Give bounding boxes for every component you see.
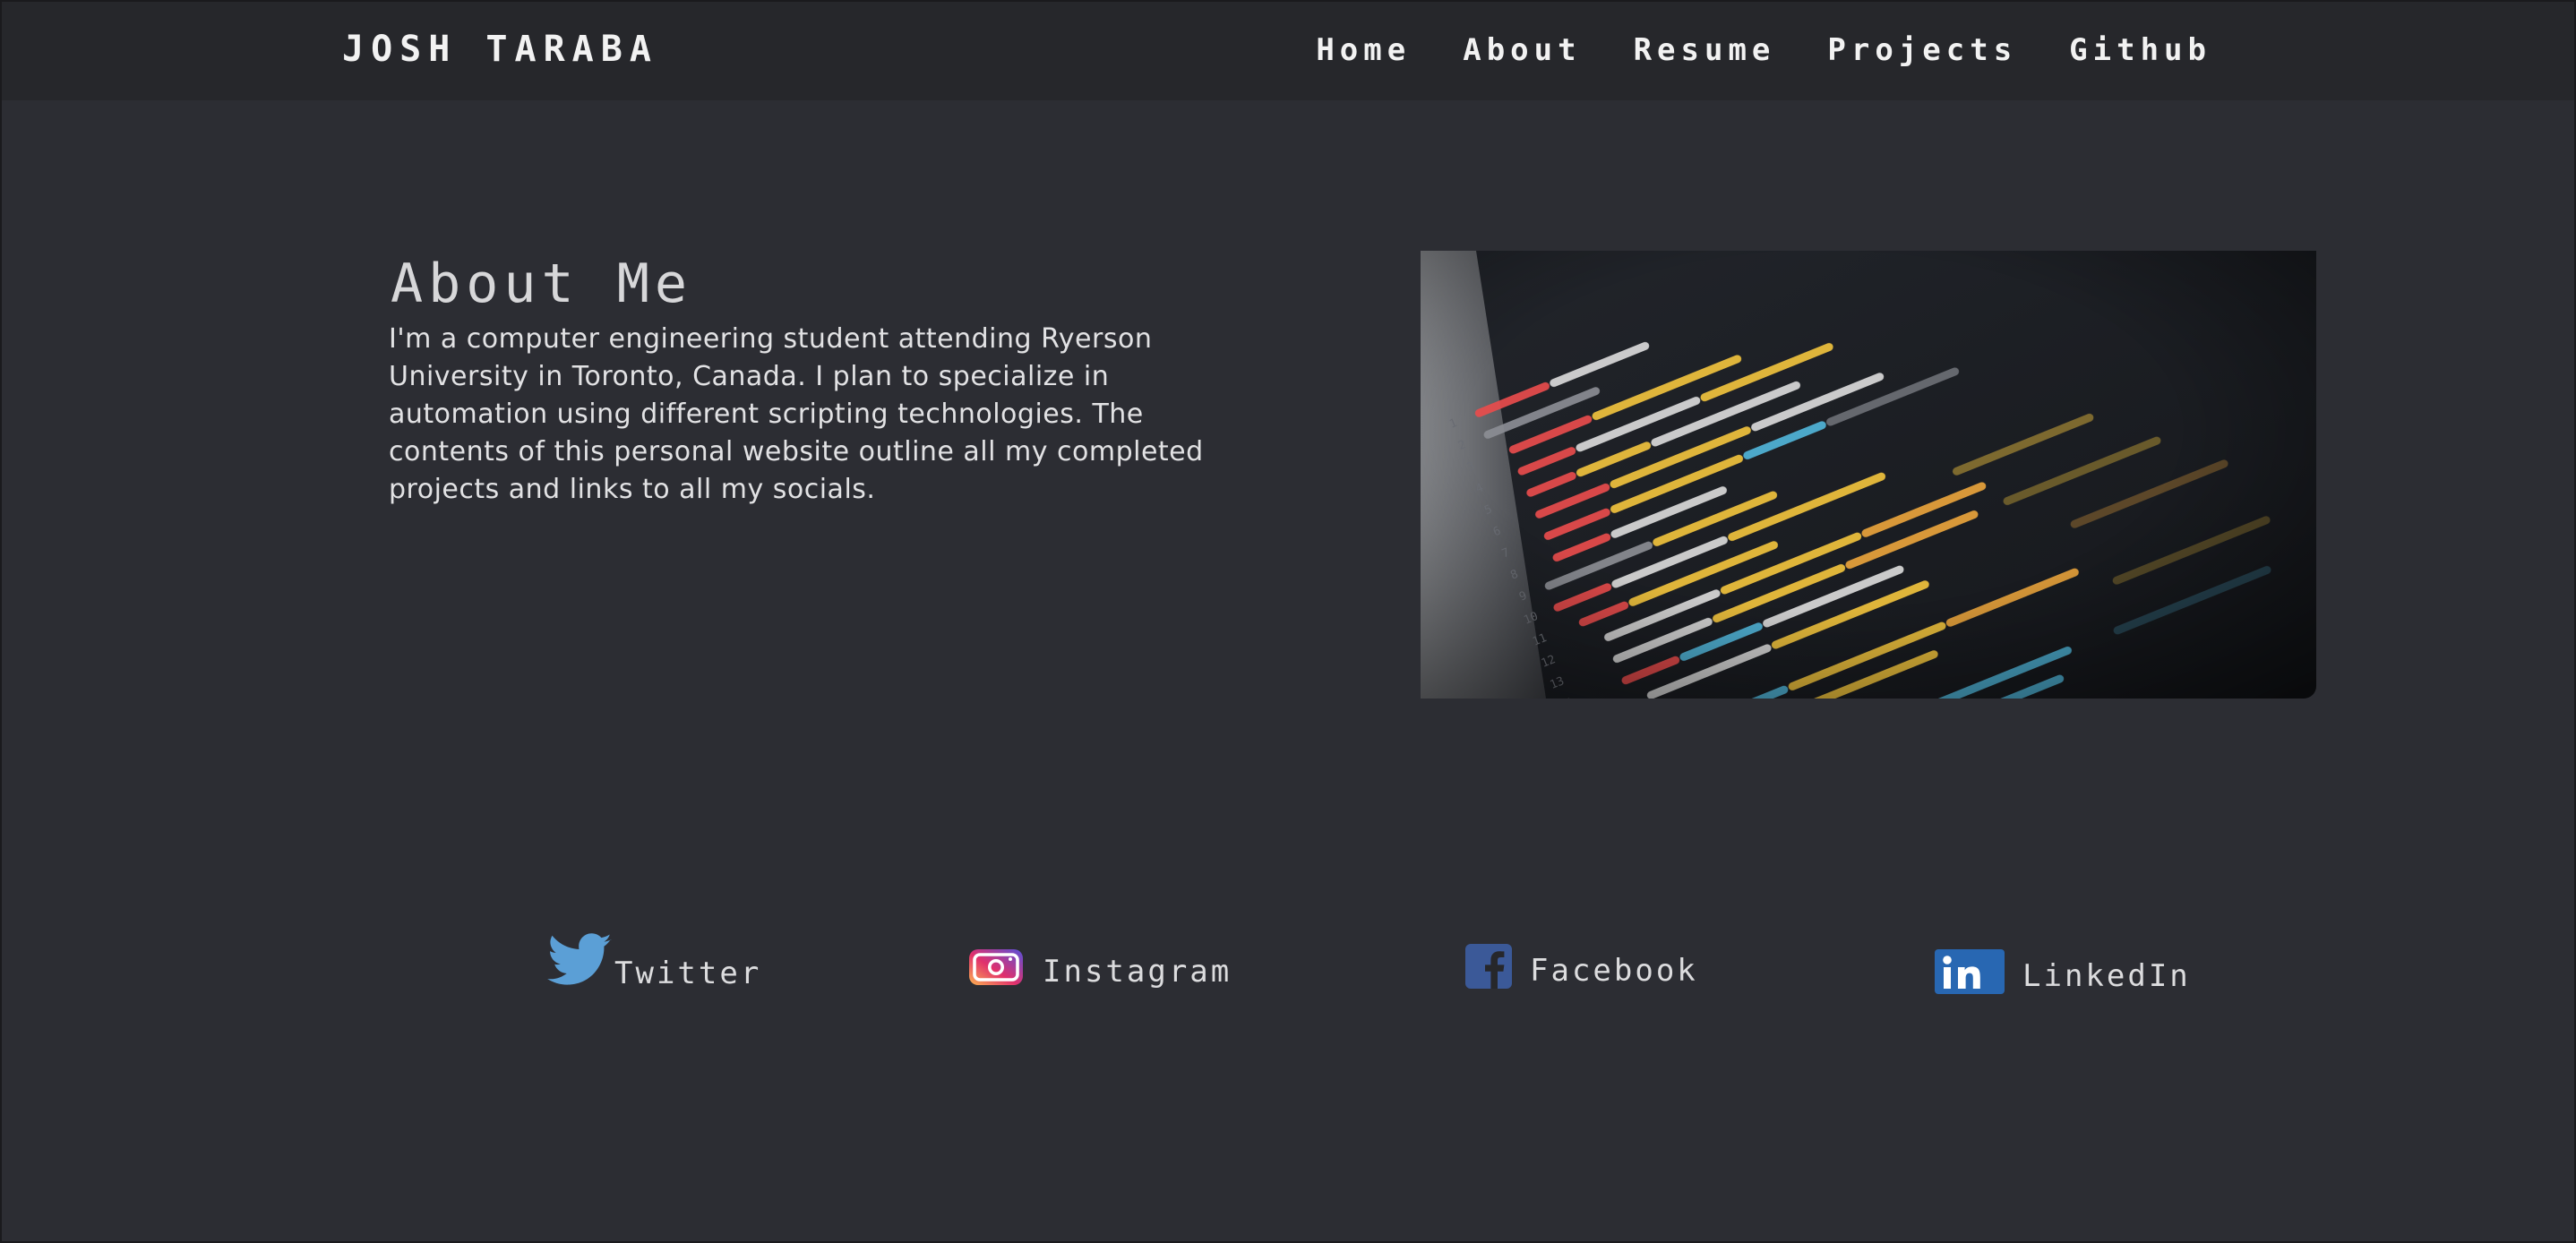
social-facebook[interactable]: Facebook: [1465, 944, 1698, 997]
social-links: Twitter Instagram Facebook LinkedIn: [2, 933, 2574, 1005]
instagram-icon: [967, 947, 1025, 995]
navbar: JOSH TARABA Home About Resume Projects G…: [2, 2, 2574, 100]
nav-resume[interactable]: Resume: [1634, 32, 1776, 68]
nav-home[interactable]: Home: [1316, 32, 1411, 68]
social-linkedin[interactable]: LinkedIn: [1935, 949, 2191, 1002]
nav-projects[interactable]: Projects: [1827, 32, 2017, 68]
page: JOSH TARABA Home About Resume Projects G…: [0, 0, 2576, 1243]
social-twitter[interactable]: Twitter: [546, 933, 761, 995]
linkedin-icon: [1935, 949, 2005, 1002]
code-editor-image: 123 456 789 101112 131415 161718 192021 …: [1421, 251, 2316, 699]
code-screenshot-graphic: 123 456 789 101112 131415 161718 192021 …: [1421, 251, 2316, 699]
social-linkedin-label: LinkedIn: [2022, 957, 2191, 994]
nav-about[interactable]: About: [1463, 32, 1581, 68]
nav-links: Home About Resume Projects Github: [1316, 32, 2211, 68]
about-text: I'm a computer engineering student atten…: [389, 323, 1204, 505]
facebook-icon: [1465, 944, 1512, 997]
nav-github[interactable]: Github: [2069, 32, 2211, 68]
about-title: About Me: [391, 253, 692, 315]
social-instagram[interactable]: Instagram: [967, 947, 1232, 995]
twitter-icon: [546, 933, 614, 995]
social-facebook-label: Facebook: [1530, 952, 1698, 989]
brand-logo[interactable]: JOSH TARABA: [342, 29, 658, 70]
social-instagram-label: Instagram: [1043, 953, 1232, 990]
social-twitter-label: Twitter: [614, 955, 762, 991]
